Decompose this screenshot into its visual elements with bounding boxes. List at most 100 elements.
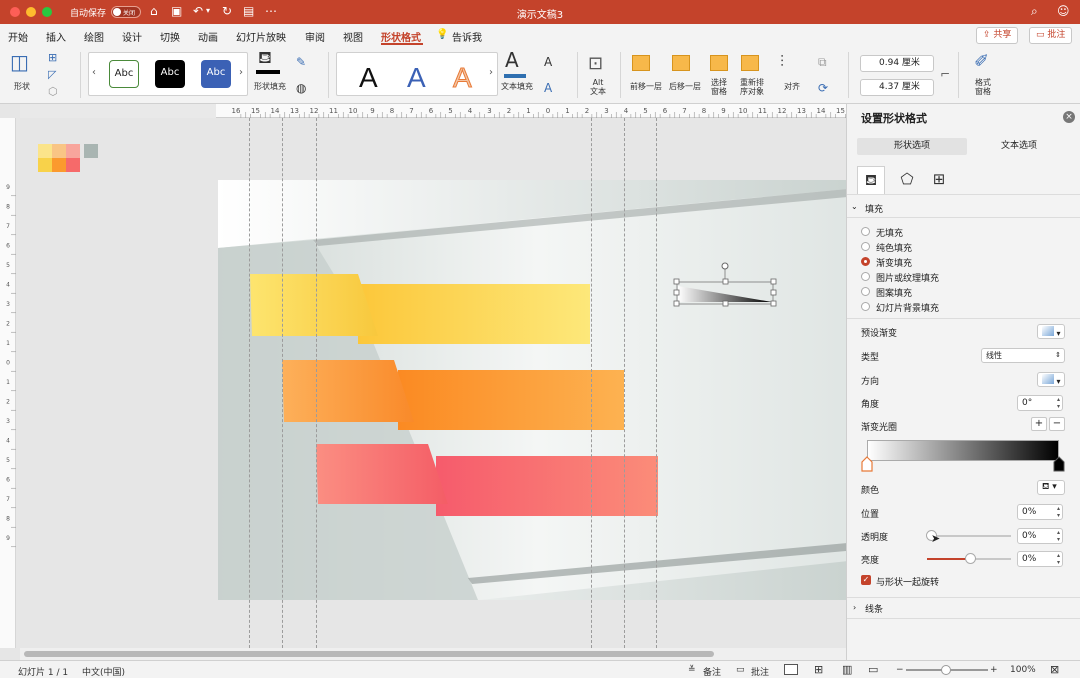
gradient-stops-bar[interactable] — [867, 440, 1059, 461]
guide-line[interactable] — [316, 118, 317, 648]
tab-view[interactable]: 视图 — [343, 29, 363, 44]
style-chip-black[interactable]: Abc — [155, 60, 185, 88]
tab-slideshow[interactable]: 幻灯片放映 — [236, 29, 286, 44]
angle-input[interactable]: 0° — [1017, 395, 1063, 411]
gradient-stop-white[interactable] — [861, 456, 873, 472]
shape-height-input[interactable]: 0.94 厘米 — [860, 55, 934, 72]
tab-review[interactable]: 审阅 — [305, 29, 325, 44]
radio-no-fill[interactable] — [861, 227, 870, 236]
notes-button[interactable]: 备注 — [703, 665, 721, 678]
slide-canvas[interactable] — [16, 118, 846, 648]
line-expand-icon[interactable]: › — [853, 603, 856, 612]
zoom-out-icon[interactable]: − — [896, 665, 904, 675]
transparency-input[interactable]: 0% — [1017, 528, 1063, 544]
fit-to-window-icon[interactable]: ⊠ — [1050, 663, 1059, 676]
radio-slide-bg-fill[interactable] — [861, 302, 870, 311]
yellow-tab[interactable] — [250, 274, 378, 336]
reading-view-icon[interactable]: ▥ — [842, 663, 852, 676]
tab-insert[interactable]: 插入 — [46, 29, 66, 44]
reorder-objects-icon[interactable] — [741, 55, 759, 71]
format-pane-label[interactable]: 格式 窗格 — [975, 78, 991, 96]
fill-expand-icon[interactable]: ⌄ — [851, 202, 858, 211]
selection-pane-label[interactable]: 选择 窗格 — [711, 78, 727, 96]
merge-shapes-icon[interactable]: ⬡ — [48, 84, 58, 100]
effects-icon[interactable]: ⬠ — [893, 166, 921, 194]
palette-swatch[interactable] — [52, 158, 66, 172]
edit-shape-icon[interactable]: ◸ — [48, 67, 56, 83]
insert-textbox-icon[interactable]: ⊞ — [48, 50, 57, 66]
paint-bucket-icon[interactable]: ⛾ — [258, 50, 272, 67]
guide-line[interactable] — [656, 118, 657, 648]
radio-gradient-fill[interactable] — [861, 257, 870, 266]
search-icon[interactable]: ⌕ — [1031, 3, 1038, 19]
guide-line[interactable] — [624, 118, 625, 648]
rotate-with-shape-checkbox[interactable]: ✓ — [861, 575, 871, 585]
radio-picture-fill[interactable] — [861, 272, 870, 281]
send-backward-icon[interactable] — [672, 55, 690, 71]
horizontal-scrollbar[interactable] — [20, 648, 846, 660]
rotate-icon[interactable]: ⟳ — [818, 80, 828, 96]
tab-shape-options[interactable]: 形状选项 — [857, 138, 967, 155]
zoom-level[interactable]: 100% — [1010, 665, 1036, 675]
resize-handle[interactable] — [770, 289, 777, 296]
comments-button[interactable]: ▭ 批注 — [1029, 27, 1073, 44]
guide-line[interactable] — [282, 118, 283, 648]
style-chip-outline[interactable]: Abc — [109, 60, 139, 88]
alt-text-icon[interactable]: ⊡ — [588, 55, 603, 73]
position-input[interactable]: 0% — [1017, 504, 1063, 520]
text-fill-icon[interactable]: A — [505, 50, 519, 70]
shapes-icon[interactable]: ◫ — [10, 52, 29, 72]
tab-design[interactable]: 设计 — [122, 29, 142, 44]
tab-shape-format[interactable]: 形状格式 — [381, 29, 421, 44]
direction-dropdown[interactable]: ▾ — [1037, 372, 1065, 387]
wordart-orange[interactable]: A — [453, 62, 473, 93]
color-picker-dropdown[interactable]: ⛾ ▾ — [1037, 480, 1065, 495]
resize-handle[interactable] — [673, 289, 680, 296]
tab-home[interactable]: 开始 — [8, 29, 28, 44]
format-pane-icon[interactable]: ✐ — [974, 53, 989, 71]
zoom-slider-knob[interactable] — [941, 665, 951, 675]
resize-handle[interactable] — [673, 300, 680, 307]
add-stop-button[interactable]: + — [1031, 417, 1047, 431]
group-icon[interactable]: ⧉ — [818, 54, 827, 70]
slideshow-icon[interactable]: ▭ — [868, 663, 878, 676]
shape-outline-icon[interactable]: ✎ — [296, 54, 306, 70]
resize-handle[interactable] — [722, 278, 729, 285]
wordart-blue[interactable]: A — [407, 63, 426, 93]
resize-handle[interactable] — [770, 300, 777, 307]
zoom-in-icon[interactable]: + — [990, 665, 998, 675]
align-icon[interactable]: ⫶ — [780, 54, 784, 70]
wordart-black[interactable]: A — [359, 63, 378, 93]
palette-swatch[interactable] — [84, 144, 98, 158]
language-indicator[interactable]: 中文(中国) — [82, 665, 125, 678]
resize-handle[interactable] — [722, 300, 729, 307]
comments-status-button[interactable]: 批注 — [751, 665, 769, 678]
text-effects-icon[interactable]: A — [544, 80, 552, 96]
normal-view-icon[interactable] — [784, 664, 798, 675]
tab-transitions[interactable]: 切换 — [160, 29, 180, 44]
gallery-next-icon[interactable]: › — [489, 67, 493, 78]
radio-pattern-fill[interactable] — [861, 287, 870, 296]
line-section-header[interactable]: 线条 — [865, 602, 883, 615]
guide-line[interactable] — [249, 118, 250, 648]
tab-animations[interactable]: 动画 — [198, 29, 218, 44]
tab-text-options[interactable]: 文本选项 — [967, 138, 1071, 155]
type-dropdown[interactable]: 线性 ⇕ — [981, 348, 1065, 363]
gradient-stop-black[interactable] — [1053, 456, 1065, 472]
align-label[interactable]: 对齐 — [784, 81, 800, 92]
reorder-objects-label[interactable]: 重新排 序对象 — [740, 78, 764, 96]
palette-swatch[interactable] — [52, 144, 66, 158]
fill-line-icon[interactable]: ⛾ — [857, 166, 885, 194]
size-properties-icon[interactable]: ⊞ — [925, 166, 953, 194]
yellow-bar[interactable] — [358, 284, 590, 344]
palette-swatch[interactable] — [66, 144, 80, 158]
brightness-input[interactable]: 0% — [1017, 551, 1063, 567]
selection-pane-icon[interactable] — [710, 55, 728, 71]
radio-solid-fill[interactable] — [861, 242, 870, 251]
guide-line[interactable] — [591, 118, 592, 648]
brightness-slider-knob[interactable] — [965, 553, 976, 564]
red-tab[interactable] — [316, 444, 448, 504]
orange-tab[interactable] — [282, 360, 414, 422]
palette-swatch[interactable] — [38, 144, 52, 158]
rotate-handle[interactable] — [721, 262, 729, 270]
